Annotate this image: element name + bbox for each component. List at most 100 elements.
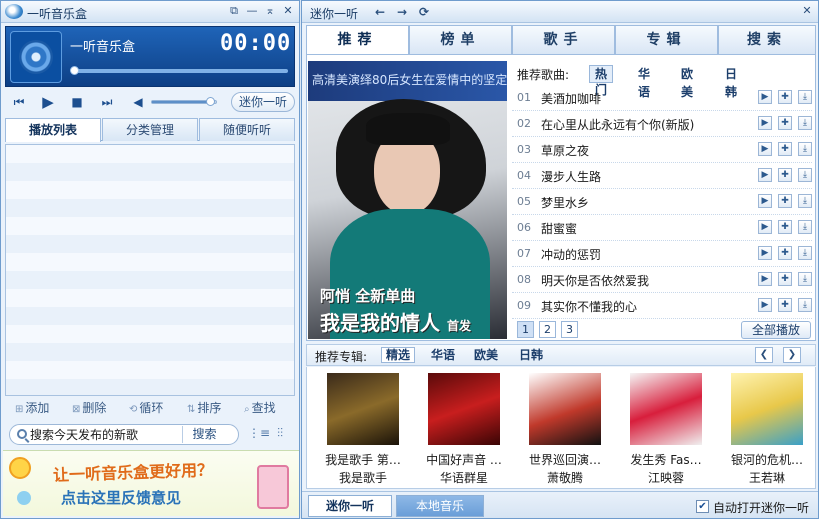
album-cover[interactable]	[529, 373, 601, 445]
page-1[interactable]: 1	[517, 321, 534, 338]
download-song-icon[interactable]: ⤓	[798, 116, 812, 130]
progress-handle[interactable]	[70, 66, 79, 75]
download-song-icon[interactable]: ⤓	[798, 220, 812, 234]
album-card[interactable]: 中国好声音 … 华语群星	[414, 373, 514, 485]
play-icon[interactable]: ▶	[39, 94, 57, 110]
rec-cat-hot[interactable]: 热门	[589, 65, 614, 97]
album-title[interactable]: 我是歌手 第…	[313, 451, 413, 468]
album-card[interactable]: 发生秀 Fas… 江映蓉	[616, 373, 716, 485]
tab-category-manage[interactable]: 分类管理	[102, 118, 198, 141]
bottom-tab-mini-listen[interactable]: 迷你一听	[308, 495, 392, 517]
album-cat-japan-korea[interactable]: 日韩	[515, 347, 547, 363]
album-artist[interactable]: 萧敬腾	[515, 469, 615, 486]
download-song-icon[interactable]: ⤓	[798, 168, 812, 182]
volume-handle[interactable]	[206, 97, 216, 106]
album-cover[interactable]	[428, 373, 500, 445]
download-song-icon[interactable]: ⤓	[798, 90, 812, 104]
song-title[interactable]: 草原之夜	[541, 142, 589, 159]
promo-image[interactable]: 高清美演绎80后女生在爱情中的坚定与自 阿悄 全新单曲 我是我的情人 首发	[308, 61, 507, 339]
tab-random-listen[interactable]: 随便听听	[199, 118, 295, 141]
bottom-tab-local-music[interactable]: 本地音乐	[396, 495, 484, 517]
album-artist[interactable]: 华语群星	[414, 469, 514, 486]
album-title[interactable]: 银河的危机…	[717, 451, 817, 468]
album-artist[interactable]: 王若琳	[717, 469, 817, 486]
song-row[interactable]: 09 其实你不懂我的心 ▶ ✚ ⤓	[512, 293, 812, 319]
restore-icon[interactable]: ⧉	[227, 4, 241, 18]
previous-icon[interactable]: ⏮	[11, 94, 27, 110]
song-title[interactable]: 明天你是否依然爱我	[541, 272, 649, 289]
play-song-icon[interactable]: ▶	[758, 220, 772, 234]
next-icon[interactable]: ⏭	[99, 94, 115, 110]
minimize-icon[interactable]: —	[245, 4, 259, 18]
tab-search[interactable]: 搜索	[718, 25, 816, 55]
album-cat-western[interactable]: 欧美	[470, 347, 502, 363]
add-song-icon[interactable]: ✚	[778, 246, 792, 260]
add-song-icon[interactable]: ✚	[778, 168, 792, 182]
tab-recommend[interactable]: 推荐	[306, 25, 409, 55]
song-title[interactable]: 其实你不懂我的心	[541, 298, 637, 315]
song-title[interactable]: 冲动的惩罚	[541, 246, 601, 263]
rec-cat-western[interactable]: 欧美	[676, 65, 698, 99]
add-song-icon[interactable]: ✚	[778, 220, 792, 234]
tab-charts[interactable]: 榜单	[409, 25, 512, 55]
tab-albums[interactable]: 专辑	[615, 25, 718, 55]
find-button[interactable]: ⌕ 查找	[244, 399, 276, 416]
song-title[interactable]: 甜蜜蜜	[541, 220, 577, 237]
song-row[interactable]: 04 漫步人生路 ▶ ✚ ⤓	[512, 163, 812, 189]
auto-open-checkbox[interactable]: ✔	[696, 500, 709, 513]
loop-button[interactable]: ⟲ 循环	[129, 399, 163, 416]
play-all-button[interactable]: 全部播放	[741, 321, 811, 339]
play-song-icon[interactable]: ▶	[758, 90, 772, 104]
play-song-icon[interactable]: ▶	[758, 194, 772, 208]
add-song-icon[interactable]: ✚	[778, 116, 792, 130]
list-view-icon[interactable]: ⋮≡	[248, 426, 270, 442]
album-title[interactable]: 发生秀 Fas…	[616, 451, 716, 468]
volume-slider[interactable]	[151, 97, 217, 106]
album-cover[interactable]	[731, 373, 803, 445]
song-row[interactable]: 02 在心里从此永远有个你(新版) ▶ ✚ ⤓	[512, 111, 812, 137]
song-row[interactable]: 07 冲动的惩罚 ▶ ✚ ⤓	[512, 241, 812, 267]
sort-button[interactable]: ⇅ 排序	[187, 399, 221, 416]
add-song-icon[interactable]: ✚	[778, 194, 792, 208]
tab-artists[interactable]: 歌手	[512, 25, 615, 55]
album-cat-featured[interactable]: 精选	[381, 347, 416, 363]
download-song-icon[interactable]: ⤓	[798, 272, 812, 286]
song-title[interactable]: 漫步人生路	[541, 168, 601, 185]
album-next-icon[interactable]: ❯	[783, 347, 801, 363]
right-titlebar[interactable]: 迷你一听 ← → ⟳ ✕	[302, 1, 818, 23]
play-song-icon[interactable]: ▶	[758, 246, 772, 260]
playlist-area[interactable]	[5, 144, 295, 396]
song-row[interactable]: 03 草原之夜 ▶ ✚ ⤓	[512, 137, 812, 163]
song-row[interactable]: 08 明天你是否依然爱我 ▶ ✚ ⤓	[512, 267, 812, 293]
page-2[interactable]: 2	[539, 321, 556, 338]
download-song-icon[interactable]: ⤓	[798, 298, 812, 312]
play-song-icon[interactable]: ▶	[758, 272, 772, 286]
album-title[interactable]: 中国好声音 …	[414, 451, 514, 468]
equalizer-icon[interactable]: ⫶⫶	[271, 426, 289, 442]
play-song-icon[interactable]: ▶	[758, 298, 772, 312]
shade-icon[interactable]: ⌅	[263, 4, 277, 18]
download-song-icon[interactable]: ⤓	[798, 246, 812, 260]
feedback-banner[interactable]: 让一听音乐盒更好用？ 点击这里反馈意见	[3, 450, 299, 516]
delete-button[interactable]: ⊠ 删除	[72, 399, 106, 416]
album-artist[interactable]: 江映蓉	[616, 469, 716, 486]
search-button[interactable]: 搜索	[182, 426, 226, 443]
download-song-icon[interactable]: ⤓	[798, 194, 812, 208]
album-artist[interactable]: 我是歌手	[313, 469, 413, 486]
song-title[interactable]: 在心里从此永远有个你(新版)	[541, 116, 694, 133]
add-song-icon[interactable]: ✚	[778, 272, 792, 286]
back-icon[interactable]: ←	[372, 4, 388, 20]
rec-cat-japan-korea[interactable]: 日韩	[720, 65, 742, 99]
song-row[interactable]: 01 美酒加咖啡 ▶ ✚ ⤓	[512, 85, 812, 111]
tab-playlist[interactable]: 播放列表	[5, 118, 101, 142]
mini-mode-button[interactable]: 迷你一听	[231, 92, 295, 112]
add-button[interactable]: ⊞ 添加	[15, 399, 49, 416]
album-prev-icon[interactable]: ❮	[755, 347, 773, 363]
add-song-icon[interactable]: ✚	[778, 298, 792, 312]
forward-icon[interactable]: →	[394, 4, 410, 20]
close-icon[interactable]: ✕	[281, 4, 295, 18]
song-row[interactable]: 05 梦里水乡 ▶ ✚ ⤓	[512, 189, 812, 215]
rec-cat-chinese[interactable]: 华语	[633, 65, 655, 99]
album-card[interactable]: 银河的危机… 王若琳	[717, 373, 817, 485]
progress-bar[interactable]	[70, 66, 288, 75]
